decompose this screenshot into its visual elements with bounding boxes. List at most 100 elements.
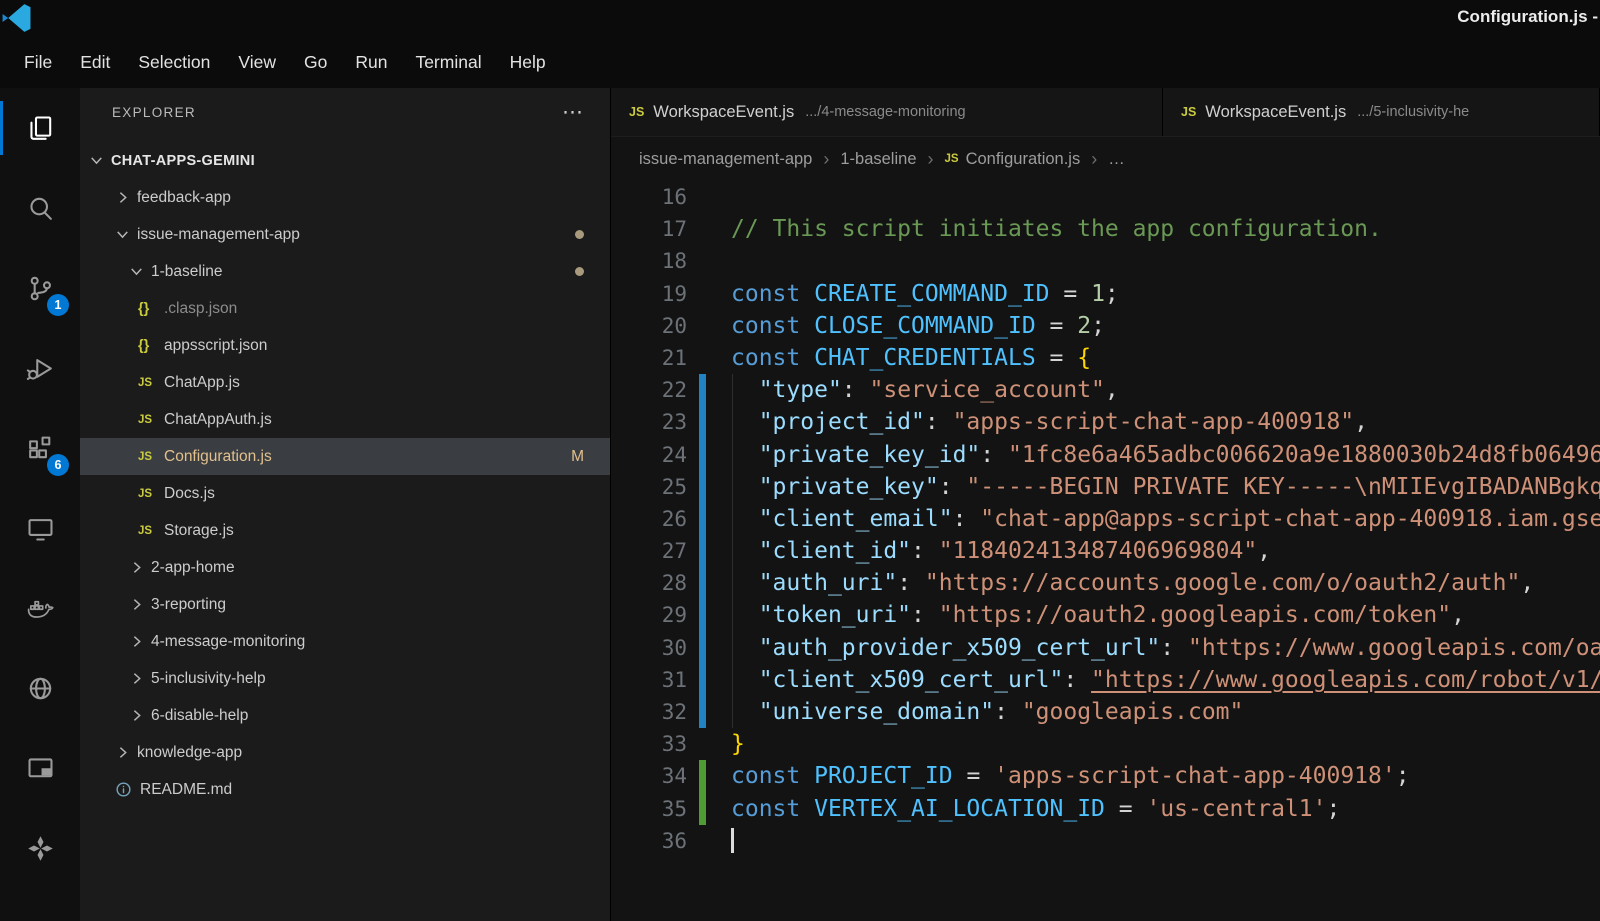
- tree-item-readme-md[interactable]: README.md: [80, 771, 610, 808]
- mod-gutter-indicator: [699, 374, 706, 406]
- code-line-25[interactable]: 25 "private_key": "-----BEGIN PRIVATE KE…: [611, 471, 1600, 503]
- explorer-title: EXPLORER: [112, 105, 196, 120]
- tree-item-4-message-monitoring[interactable]: 4-message-monitoring: [80, 623, 610, 660]
- code-token: "service_account": [870, 377, 1105, 403]
- menu-file[interactable]: File: [10, 45, 66, 80]
- github-button[interactable]: [0, 648, 80, 728]
- code-line-28[interactable]: 28 "auth_uri": "https://accounts.google.…: [611, 567, 1600, 599]
- code-line-24[interactable]: 24 "private_key_id": "1fc8e6a465adbc0066…: [611, 439, 1600, 471]
- code-token: "https://www.googleapis.com/robot/v1/met…: [1091, 667, 1600, 693]
- code-token: :: [897, 570, 925, 596]
- menu-edit[interactable]: Edit: [66, 45, 124, 80]
- code-token: :: [925, 409, 953, 435]
- gutter: [699, 278, 706, 310]
- breadcrumb-label: 1-baseline: [840, 150, 916, 169]
- code-line-34[interactable]: 34const PROJECT_ID = 'apps-script-chat-a…: [611, 760, 1600, 792]
- menu-run[interactable]: Run: [341, 45, 401, 80]
- tree-item-docs-js[interactable]: JSDocs.js: [80, 475, 610, 512]
- tree-item-appsscript-json[interactable]: {}appsscript.json: [80, 327, 610, 364]
- code-token: ;: [1396, 763, 1410, 789]
- breadcrumb-item-configuration-js[interactable]: JSConfiguration.js: [945, 150, 1081, 169]
- menu-terminal[interactable]: Terminal: [401, 45, 495, 80]
- js-file-icon: JS: [138, 377, 162, 389]
- live-preview-button[interactable]: [0, 728, 80, 808]
- tree-item-feedback-app[interactable]: feedback-app: [80, 179, 610, 216]
- breadcrumb-item-issue-management-app[interactable]: issue-management-app: [639, 150, 812, 169]
- code-line-33[interactable]: 33}: [611, 728, 1600, 760]
- tree-item-1-baseline[interactable]: 1-baseline: [80, 253, 610, 290]
- tree-item-3-reporting[interactable]: 3-reporting: [80, 586, 610, 623]
- extensions-button[interactable]: 6: [0, 408, 80, 488]
- line-number: 29: [611, 599, 687, 631]
- tree-item-knowledge-app[interactable]: knowledge-app: [80, 734, 610, 771]
- code-line-20[interactable]: 20const CLOSE_COMMAND_ID = 2;: [611, 310, 1600, 342]
- mod-gutter-indicator: [699, 503, 706, 535]
- code-line-35[interactable]: 35const VERTEX_AI_LOCATION_ID = 'us-cent…: [611, 793, 1600, 825]
- mod-gutter-indicator: [699, 567, 706, 599]
- code-token: ,: [1257, 538, 1271, 564]
- tree-item-2-app-home[interactable]: 2-app-home: [80, 549, 610, 586]
- code-line-36[interactable]: 36: [611, 825, 1600, 857]
- add-gutter-indicator: [699, 793, 706, 825]
- line-number: 32: [611, 696, 687, 728]
- item-label: feedback-app: [137, 189, 231, 207]
- code-line-29[interactable]: 29 "token_uri": "https://oauth2.googleap…: [611, 599, 1600, 631]
- code-text: [731, 825, 1600, 857]
- activity-bar: 16: [0, 88, 80, 921]
- code-line-23[interactable]: 23 "project_id": "apps-script-chat-app-4…: [611, 406, 1600, 438]
- line-number: 31: [611, 664, 687, 696]
- chevron-separator-icon: ›: [1091, 149, 1097, 170]
- code-token: "private_key_id": [759, 442, 981, 468]
- code-line-27[interactable]: 27 "client_id": "118402413487406969804",: [611, 535, 1600, 567]
- tree-item-chatapp-js[interactable]: JSChatApp.js: [80, 364, 610, 401]
- menu-view[interactable]: View: [224, 45, 290, 80]
- file-tree: CHAT-APPS-GEMINI feedback-app issue-manage…: [80, 136, 610, 808]
- more-actions-icon[interactable]: ⋯: [562, 100, 584, 125]
- remote-explorer-button[interactable]: [0, 488, 80, 568]
- code-line-16[interactable]: 16: [611, 181, 1600, 213]
- docker-button[interactable]: [0, 568, 80, 648]
- code-line-18[interactable]: 18: [611, 245, 1600, 277]
- item-label: 2-app-home: [151, 559, 235, 577]
- line-number: 17: [611, 213, 687, 245]
- code-editor[interactable]: 1617// This script initiates the app con…: [611, 181, 1600, 921]
- line-number: 16: [611, 181, 687, 213]
- search-button[interactable]: [0, 168, 80, 248]
- tree-item-configuration-js[interactable]: JSConfiguration.jsM: [80, 438, 610, 475]
- menu-go[interactable]: Go: [290, 45, 341, 80]
- editor-tab-2[interactable]: JSWorkspaceEvent.js.../5-inclusivity-he: [1163, 88, 1600, 136]
- tree-item-5-inclusivity-help[interactable]: 5-inclusivity-help: [80, 660, 610, 697]
- code-line-19[interactable]: 19const CREATE_COMMAND_ID = 1;: [611, 278, 1600, 310]
- code-line-26[interactable]: 26 "client_email": "chat-app@apps-script…: [611, 503, 1600, 535]
- tree-item-6-disable-help[interactable]: 6-disable-help: [80, 697, 610, 734]
- code-line-31[interactable]: 31 "client_x509_cert_url": "https://www.…: [611, 664, 1600, 696]
- tree-item-storage-js[interactable]: JSStorage.js: [80, 512, 610, 549]
- line-number: 28: [611, 567, 687, 599]
- code-text: const PROJECT_ID = 'apps-script-chat-app…: [731, 760, 1600, 792]
- code-line-17[interactable]: 17// This script initiates the app confi…: [611, 213, 1600, 245]
- code-line-30[interactable]: 30 "auth_provider_x509_cert_url": "https…: [611, 632, 1600, 664]
- menu-selection[interactable]: Selection: [124, 45, 224, 80]
- menu-help[interactable]: Help: [496, 45, 560, 80]
- tree-item-chatappauth-js[interactable]: JSChatAppAuth.js: [80, 401, 610, 438]
- editor-tab-1[interactable]: JSWorkspaceEvent.js.../4-message-monitor…: [611, 88, 1163, 136]
- code-token: :: [953, 506, 981, 532]
- breadcrumb-item-[interactable]: …: [1108, 150, 1125, 169]
- code-line-22[interactable]: 22 "type": "service_account",: [611, 374, 1600, 406]
- code-token: [800, 763, 814, 789]
- run-and-debug-button[interactable]: [0, 328, 80, 408]
- source-control-button[interactable]: 1: [0, 248, 80, 328]
- line-number: 33: [611, 728, 687, 760]
- js-file-icon: JS: [138, 414, 162, 426]
- tree-item-clasp-json[interactable]: {}.clasp.json: [80, 290, 610, 327]
- explorer-button[interactable]: [0, 88, 80, 168]
- js-file-icon: JS: [138, 451, 162, 463]
- tree-root-folder[interactable]: CHAT-APPS-GEMINI: [80, 142, 610, 179]
- gemini-code-assist-button[interactable]: [0, 808, 80, 888]
- code-line-21[interactable]: 21const CHAT_CREDENTIALS = {: [611, 342, 1600, 374]
- tree-item-issue-management-app[interactable]: issue-management-app: [80, 216, 610, 253]
- code-token: const: [731, 796, 800, 822]
- workspace-name: CHAT-APPS-GEMINI: [111, 153, 255, 169]
- code-line-32[interactable]: 32 "universe_domain": "googleapis.com": [611, 696, 1600, 728]
- breadcrumb-item-1-baseline[interactable]: 1-baseline: [840, 150, 916, 169]
